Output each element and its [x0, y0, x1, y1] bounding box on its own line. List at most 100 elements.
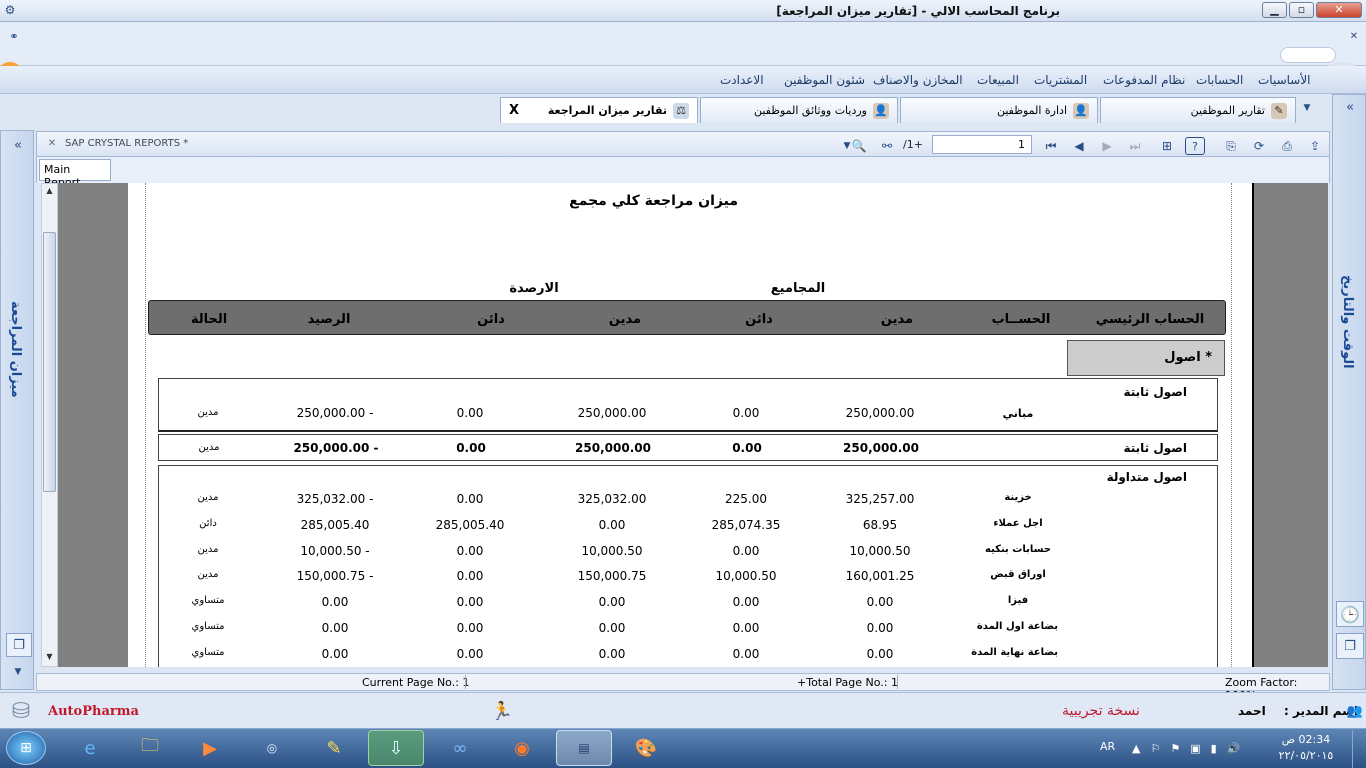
display-icon[interactable]: ▣: [1190, 742, 1200, 755]
menu-basics[interactable]: الأساسيات: [1258, 73, 1311, 87]
windows-stack-icon[interactable]: ❐: [6, 633, 32, 657]
minimize-button[interactable]: ▁: [1262, 2, 1287, 18]
tab-employee-management[interactable]: 👤 ادارة الموظفين: [900, 97, 1098, 123]
report-tab-strip: [36, 157, 1330, 183]
total-debit: 250,000.00: [845, 406, 915, 420]
total-credit: 225.00: [725, 492, 767, 506]
subtotal-label: اصول ثابتة: [1123, 441, 1187, 455]
system-tray: ▲ ⚐ ⚑ ▣ ▮ 🔊: [1132, 738, 1272, 758]
show-desktop-button[interactable]: [1352, 730, 1366, 768]
balance-credit: 0.00: [456, 543, 484, 558]
table-row: مباني 250,000.00 0.00 250,000.00 0.00 25…: [158, 405, 1218, 423]
menu-payments[interactable]: نظام المدفوعات: [1103, 73, 1185, 87]
refresh-icon[interactable]: ⟳: [1249, 137, 1269, 155]
report-scrollbar[interactable]: ▲ ▼: [41, 183, 58, 667]
firefox-icon[interactable]: ◉: [494, 730, 550, 766]
clock-time[interactable]: 02:34 ص: [1276, 733, 1336, 746]
media-player-icon[interactable]: ▶: [182, 730, 238, 766]
security-icon[interactable]: ⚑: [1170, 742, 1180, 755]
expand-down-icon[interactable]: ▼: [9, 665, 27, 679]
balance-value: 325,032.00 -: [296, 492, 374, 506]
subtotal-balance-credit: 0.00: [456, 441, 486, 455]
status-divider: [465, 675, 466, 689]
left-panel-label[interactable]: ميزان المراجعة: [8, 301, 23, 401]
crystal-toolbar: ✕ SAP CRYSTAL REPORTS * ▼ 🔍 ⚯ /1+ 1 ⏮ ◀ …: [36, 131, 1330, 157]
balances-group-header: الارصدة: [509, 281, 559, 296]
accounting-app-icon[interactable]: ▤: [556, 730, 612, 766]
account-name: اجل عملاء: [993, 517, 1043, 529]
next-page-icon[interactable]: ▶: [1097, 137, 1117, 155]
tab-list-dropdown-icon[interactable]: ▼: [1301, 101, 1313, 115]
col-total-debit: مدين: [880, 312, 914, 327]
close-window-button[interactable]: ✕: [1316, 2, 1362, 18]
total-credit: 0.00: [732, 646, 760, 661]
total-credit: 0.00: [732, 543, 760, 558]
windows-stack-icon[interactable]: ❐: [1336, 633, 1364, 659]
tab-employee-reports[interactable]: ✎ تقارير الموظفين: [1100, 97, 1296, 123]
menu-stores-items[interactable]: المخازن والاصناف: [873, 73, 963, 87]
table-row: خزينة 325,257.00 225.00 325,032.00 0.00 325,0…: [158, 491, 1218, 509]
network-icon[interactable]: ⚐: [1150, 742, 1160, 755]
download-manager-icon[interactable]: ⇩: [368, 730, 424, 766]
copy-icon[interactable]: ⎘: [1221, 137, 1241, 155]
export-icon[interactable]: ⇪: [1305, 137, 1325, 155]
menu-accounts[interactable]: الحسابات: [1196, 73, 1243, 87]
total-credit: 0.00: [732, 406, 760, 420]
status-value: دائن: [199, 517, 217, 529]
left-margin-guide: [145, 183, 146, 667]
report-status-bar: Current Page No.: 1 +Total Page No.: 1 Z…: [36, 673, 1330, 702]
quick-search-box[interactable]: [1280, 47, 1336, 63]
total-debit: 0.00: [866, 595, 894, 610]
maximize-button[interactable]: ▫: [1289, 2, 1314, 18]
menu-sales[interactable]: المبيعات: [977, 73, 1019, 87]
find-icon[interactable]: ⚯: [877, 137, 897, 155]
menu-employees[interactable]: شئون الموظفين: [784, 73, 865, 87]
last-page-icon[interactable]: ⏮: [1041, 137, 1061, 155]
total-page-label: +Total Page No.: 1: [797, 676, 898, 689]
scroll-up-icon[interactable]: ▲: [44, 186, 55, 198]
clock-icon[interactable]: 🕒: [1336, 601, 1364, 627]
menu-purchases[interactable]: المشتريات: [1034, 73, 1087, 87]
collapse-right-icon[interactable]: «: [1341, 99, 1359, 115]
tab-employee-shifts[interactable]: 👤 ورديات ووثائق الموظفين: [700, 97, 898, 123]
menu-settings[interactable]: الاعدادت: [720, 73, 764, 87]
paint-icon[interactable]: 🎨: [618, 730, 674, 766]
collapse-left-icon[interactable]: «: [9, 137, 27, 153]
balance-credit: 0.00: [456, 595, 484, 610]
signal-icon[interactable]: ▮: [1211, 742, 1217, 755]
language-indicator[interactable]: AR: [1100, 740, 1115, 753]
volume-icon[interactable]: 🔊: [1227, 742, 1241, 755]
table-row: اجل عملاء 68.95 285,074.35 0.00 285,005.40 28…: [158, 517, 1218, 535]
person-icon: 👤: [1073, 102, 1089, 119]
balance-debit: 0.00: [598, 646, 626, 661]
start-button[interactable]: ⊞: [6, 731, 46, 765]
scroll-thumb[interactable]: [43, 232, 56, 492]
page-number-input[interactable]: 1: [932, 135, 1032, 154]
zoom-icon[interactable]: 🔍: [849, 137, 869, 155]
print-icon[interactable]: ⎙: [1277, 137, 1297, 155]
balance-debit: 325,032.00: [577, 492, 647, 506]
scroll-down-icon[interactable]: ▼: [44, 652, 55, 664]
infinity-app-icon[interactable]: ∞: [432, 730, 488, 766]
right-panel-label[interactable]: الوقت والتاريخ: [1340, 275, 1355, 372]
internet-explorer-icon[interactable]: e: [62, 730, 118, 766]
tab-trial-balance-reports[interactable]: ⚖ تقارير ميزان المراجعة X: [500, 97, 698, 123]
show-hidden-icon[interactable]: ▲: [1132, 742, 1140, 755]
main-report-tab[interactable]: Main Report: [39, 159, 111, 189]
close-report-icon[interactable]: ✕: [45, 136, 59, 150]
quick-access-icon[interactable]: ⚭: [4, 28, 24, 44]
balance-credit: 0.00: [456, 621, 484, 635]
previous-page-icon[interactable]: ◀: [1069, 137, 1089, 155]
app-menu-icon[interactable]: ⚙: [2, 2, 18, 18]
close-mdi-icon[interactable]: ✕: [1346, 28, 1362, 44]
group-tree-icon[interactable]: ⊞: [1157, 137, 1177, 155]
clock-date[interactable]: ٢٢/٠٥/٢٠١٥: [1270, 749, 1342, 762]
col-balance-credit: دائن: [477, 312, 505, 327]
ps-icon[interactable]: ◎: [244, 730, 300, 766]
total-debit: 68.95: [862, 517, 898, 532]
help-icon[interactable]: ?: [1185, 137, 1205, 155]
first-page-icon[interactable]: ⏭: [1125, 137, 1145, 155]
file-explorer-icon[interactable]: 🗀: [122, 730, 178, 766]
close-tab-button[interactable]: X: [509, 103, 519, 118]
paint-tool-icon[interactable]: ✎: [306, 730, 362, 766]
